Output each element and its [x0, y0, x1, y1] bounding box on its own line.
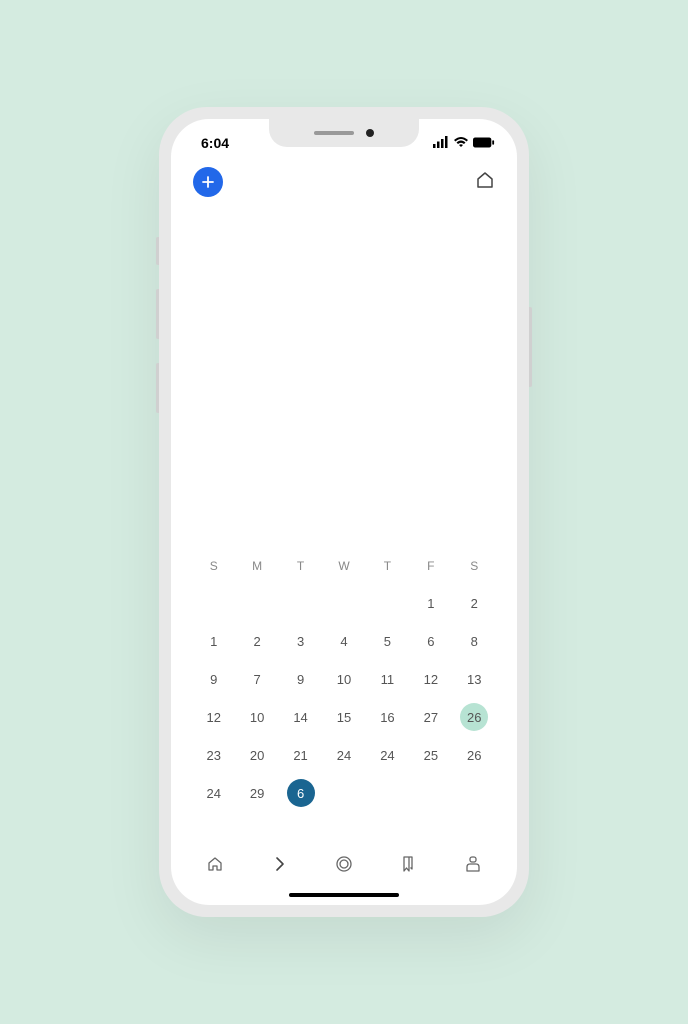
- nav-profile[interactable]: [453, 849, 493, 879]
- weekday-header: W: [323, 549, 364, 583]
- calendar-grid: SMTWTFS121234568979101112131210141516272…: [193, 549, 495, 811]
- nav-bookmark[interactable]: [388, 849, 428, 879]
- day-cell[interactable]: 27: [410, 699, 451, 735]
- signal-icon: [433, 135, 449, 151]
- day-cell-empty: [367, 775, 408, 811]
- day-cell[interactable]: 3: [280, 623, 321, 659]
- day-cell[interactable]: 15: [323, 699, 364, 735]
- day-cell[interactable]: 11: [367, 661, 408, 697]
- notch-camera: [366, 129, 374, 137]
- weekday-header: T: [367, 549, 408, 583]
- volume-down: [156, 363, 159, 413]
- day-cell[interactable]: 10: [236, 699, 277, 735]
- wifi-icon: [453, 135, 469, 151]
- day-cell[interactable]: 24: [323, 737, 364, 773]
- day-cell[interactable]: 13: [454, 661, 495, 697]
- day-cell[interactable]: 26: [454, 737, 495, 773]
- status-icons: [433, 135, 495, 151]
- day-cell[interactable]: 12: [410, 661, 451, 697]
- day-cell[interactable]: 2: [236, 623, 277, 659]
- notch: [269, 119, 419, 147]
- phone-screen: 6:04: [171, 119, 517, 905]
- bottom-nav: [171, 831, 517, 887]
- day-cell[interactable]: 24: [193, 775, 234, 811]
- day-cell-empty: [454, 775, 495, 811]
- weekday-header: S: [454, 549, 495, 583]
- home-indicator[interactable]: [289, 893, 399, 897]
- circle-icon: [334, 854, 354, 874]
- add-button[interactable]: [193, 167, 223, 197]
- day-cell-empty: [323, 585, 364, 621]
- day-cell[interactable]: 25: [410, 737, 451, 773]
- header-row: [171, 155, 517, 209]
- nav-next[interactable]: [260, 849, 300, 879]
- bookmark-icon: [398, 854, 418, 874]
- content-area: [171, 209, 517, 549]
- day-cell-empty: [410, 775, 451, 811]
- day-cell-empty: [323, 775, 364, 811]
- day-cell[interactable]: 26: [454, 699, 495, 735]
- day-cell[interactable]: 20: [236, 737, 277, 773]
- battery-icon: [473, 135, 495, 151]
- day-cell[interactable]: 6: [410, 623, 451, 659]
- mute-switch: [156, 237, 159, 265]
- day-cell[interactable]: 16: [367, 699, 408, 735]
- day-cell-empty: [280, 585, 321, 621]
- day-cell-empty: [236, 585, 277, 621]
- chevron-right-icon: [270, 854, 290, 874]
- day-cell[interactable]: 4: [323, 623, 364, 659]
- side-buttons-left: [156, 237, 159, 413]
- day-cell[interactable]: 2: [454, 585, 495, 621]
- day-cell[interactable]: 9: [280, 661, 321, 697]
- home-icon: [475, 170, 495, 190]
- day-cell[interactable]: 10: [323, 661, 364, 697]
- day-cell-empty: [193, 585, 234, 621]
- day-cell[interactable]: 8: [454, 623, 495, 659]
- day-cell[interactable]: 23: [193, 737, 234, 773]
- day-cell[interactable]: 14: [280, 699, 321, 735]
- status-time: 6:04: [193, 135, 229, 151]
- volume-up: [156, 289, 159, 339]
- day-cell[interactable]: 1: [193, 623, 234, 659]
- calendar: SMTWTFS121234568979101112131210141516272…: [171, 549, 517, 831]
- home-button[interactable]: [475, 170, 495, 195]
- nav-refresh[interactable]: [324, 849, 364, 879]
- notch-speaker: [314, 131, 354, 135]
- plus-icon: [201, 175, 215, 189]
- day-cell-empty: [367, 585, 408, 621]
- day-cell[interactable]: 21: [280, 737, 321, 773]
- day-cell[interactable]: 6: [280, 775, 321, 811]
- day-cell[interactable]: 9: [193, 661, 234, 697]
- weekday-header: F: [410, 549, 451, 583]
- day-cell[interactable]: 5: [367, 623, 408, 659]
- nav-home[interactable]: [195, 849, 235, 879]
- day-cell[interactable]: 1: [410, 585, 451, 621]
- power-button: [529, 307, 532, 387]
- day-cell[interactable]: 29: [236, 775, 277, 811]
- weekday-header: T: [280, 549, 321, 583]
- side-buttons-right: [529, 307, 532, 387]
- weekday-header: M: [236, 549, 277, 583]
- day-cell[interactable]: 12: [193, 699, 234, 735]
- profile-icon: [463, 854, 483, 874]
- day-cell[interactable]: 7: [236, 661, 277, 697]
- day-cell[interactable]: 24: [367, 737, 408, 773]
- weekday-header: S: [193, 549, 234, 583]
- phone-frame: 6:04: [159, 107, 529, 917]
- nav-home-icon: [205, 854, 225, 874]
